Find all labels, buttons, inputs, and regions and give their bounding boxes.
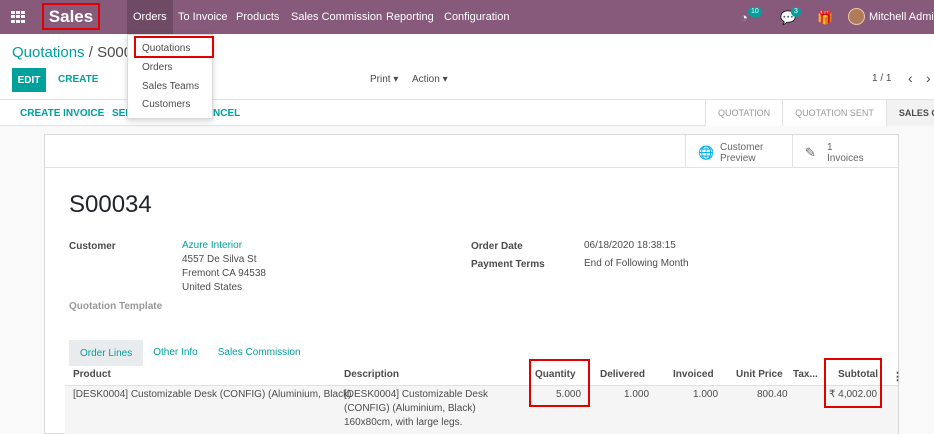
quantity-highlight-box	[529, 359, 590, 407]
activity-button[interactable]: ◔ 10	[740, 7, 762, 25]
col-delivered[interactable]: Delivered	[600, 369, 645, 380]
invoices-label: Invoices	[827, 153, 864, 164]
dropdown-item-orders[interactable]: Orders	[142, 62, 173, 73]
customer-preview-line2: Preview	[720, 153, 756, 164]
order-date-label: Order Date	[471, 241, 523, 252]
breadcrumb-quotations[interactable]: Quotations	[12, 44, 85, 61]
tab-other-info[interactable]: Other Info	[143, 340, 207, 366]
app-brand[interactable]: Sales	[42, 3, 100, 30]
customer-preview-button[interactable]: 🌐 Customer Preview	[685, 135, 792, 168]
menu-products[interactable]: Products	[230, 0, 285, 34]
pager-next-icon[interactable]: ›	[926, 70, 931, 86]
menu-to-invoice[interactable]: To Invoice	[172, 0, 234, 34]
gift-button[interactable]: 🎁	[817, 10, 833, 26]
menu-reporting[interactable]: Reporting	[380, 0, 440, 34]
button-box: 🌐 Customer Preview ✎ 1 Invoices	[45, 135, 898, 168]
menu-configuration[interactable]: Configuration	[438, 0, 515, 34]
print-label: Print	[370, 74, 391, 85]
edit-button[interactable]: EDIT	[12, 68, 46, 92]
apps-grid-icon[interactable]	[11, 11, 25, 23]
col-taxes[interactable]: Tax...	[793, 369, 818, 380]
action-label: Action	[412, 74, 440, 85]
notebook-tabs: Order Lines Other Info Sales Commission	[69, 340, 311, 366]
breadcrumb: Quotations / S0003	[12, 44, 140, 61]
create-invoice-button[interactable]: CREATE INVOICE	[20, 108, 104, 119]
page-title: S00034	[69, 191, 152, 218]
row-description-line-1: [DESK0004] Customizable Desk	[344, 389, 488, 400]
col-product[interactable]: Product	[73, 369, 111, 380]
breadcrumb-separator: /	[88, 44, 93, 61]
order-date-value: 06/18/2020 18:38:15	[584, 240, 676, 251]
address-line-3: United States	[182, 282, 243, 293]
col-invoiced[interactable]: Invoiced	[673, 369, 714, 380]
customer-preview-line1: Customer	[720, 142, 764, 153]
payment-terms-label: Payment Terms	[471, 259, 545, 270]
row-product: [DESK0004] Customizable Desk (CONFIG) (A…	[73, 389, 352, 400]
form-sheet: 🌐 Customer Preview ✎ 1 Invoices S00034 C…	[44, 134, 903, 434]
invoices-stat: 1 Invoices	[827, 142, 864, 164]
tab-sales-commission[interactable]: Sales Commission	[208, 340, 311, 366]
column-options-icon[interactable]: ⋮	[892, 370, 903, 383]
dropdown-item-customers[interactable]: Customers	[142, 99, 190, 110]
address-line-2: Fremont CA 94538	[182, 268, 266, 279]
row-unit-price: 800.40	[757, 389, 788, 400]
messages-badge: 3	[791, 7, 801, 17]
user-menu[interactable]: Mitchell Admin	[869, 11, 934, 23]
payment-terms-value: End of Following Month	[584, 258, 689, 269]
gift-icon: 🎁	[817, 10, 834, 25]
caret-down-icon: ▾	[393, 74, 399, 85]
menu-orders[interactable]: Orders	[127, 0, 173, 34]
messages-button[interactable]: 💬 3	[780, 7, 801, 26]
customer-preview-label: Customer Preview	[720, 142, 763, 164]
tab-order-lines[interactable]: Order Lines	[69, 340, 144, 366]
activity-badge: 10	[748, 7, 762, 17]
row-delivered: 1.000	[624, 389, 650, 400]
address-line-1: 4557 De Silva St	[182, 254, 257, 265]
pager-previous-icon[interactable]: ‹	[908, 70, 913, 86]
top-navbar: Sales Orders To Invoice Products Sales C…	[0, 0, 934, 34]
print-dropdown[interactable]: Print ▾	[370, 74, 398, 85]
row-invoiced: 1.000	[693, 389, 719, 400]
dropdown-item-sales-teams[interactable]: Sales Teams	[142, 81, 199, 92]
subtotal-highlight-box	[824, 358, 882, 408]
stage-quotation[interactable]: QUOTATION	[705, 100, 783, 126]
quotation-template-label: Quotation Template	[69, 301, 163, 312]
pager-value[interactable]: 1 / 1	[872, 73, 891, 84]
orders-dropdown-menu: Quotations Orders Sales Teams Customers	[127, 34, 214, 119]
customer-link[interactable]: Azure Interior	[182, 239, 242, 253]
avatar[interactable]	[848, 8, 865, 25]
col-description[interactable]: Description	[344, 369, 399, 380]
pencil-square-icon: ✎	[805, 145, 816, 160]
invoices-count: 1	[827, 142, 833, 153]
row-description-line-3: 160x80cm, with large legs.	[344, 417, 463, 428]
col-unit-price[interactable]: Unit Price	[736, 369, 783, 380]
stage-quotation-sent[interactable]: QUOTATION SENT	[782, 100, 886, 126]
menu-sales-commission[interactable]: Sales Commission	[285, 0, 388, 34]
clock-icon: ◔	[740, 10, 748, 25]
customer-label: Customer	[69, 241, 116, 252]
create-button[interactable]: CREATE	[58, 74, 98, 85]
row-description-line-2: (CONFIG) (Aluminium, Black)	[344, 403, 476, 414]
caret-down-icon: ▾	[442, 74, 448, 85]
invoices-button[interactable]: ✎ 1 Invoices	[792, 135, 898, 168]
cancel-button[interactable]: NCEL	[213, 108, 240, 119]
stage-pipeline: QUOTATION QUOTATION SENT SALES ORDER	[705, 100, 934, 126]
dropdown-item-quotations[interactable]: Quotations	[142, 43, 190, 54]
globe-icon: 🌐	[698, 145, 715, 160]
action-dropdown[interactable]: Action ▾	[412, 74, 448, 85]
stage-sales-order[interactable]: SALES ORDER	[885, 100, 934, 126]
